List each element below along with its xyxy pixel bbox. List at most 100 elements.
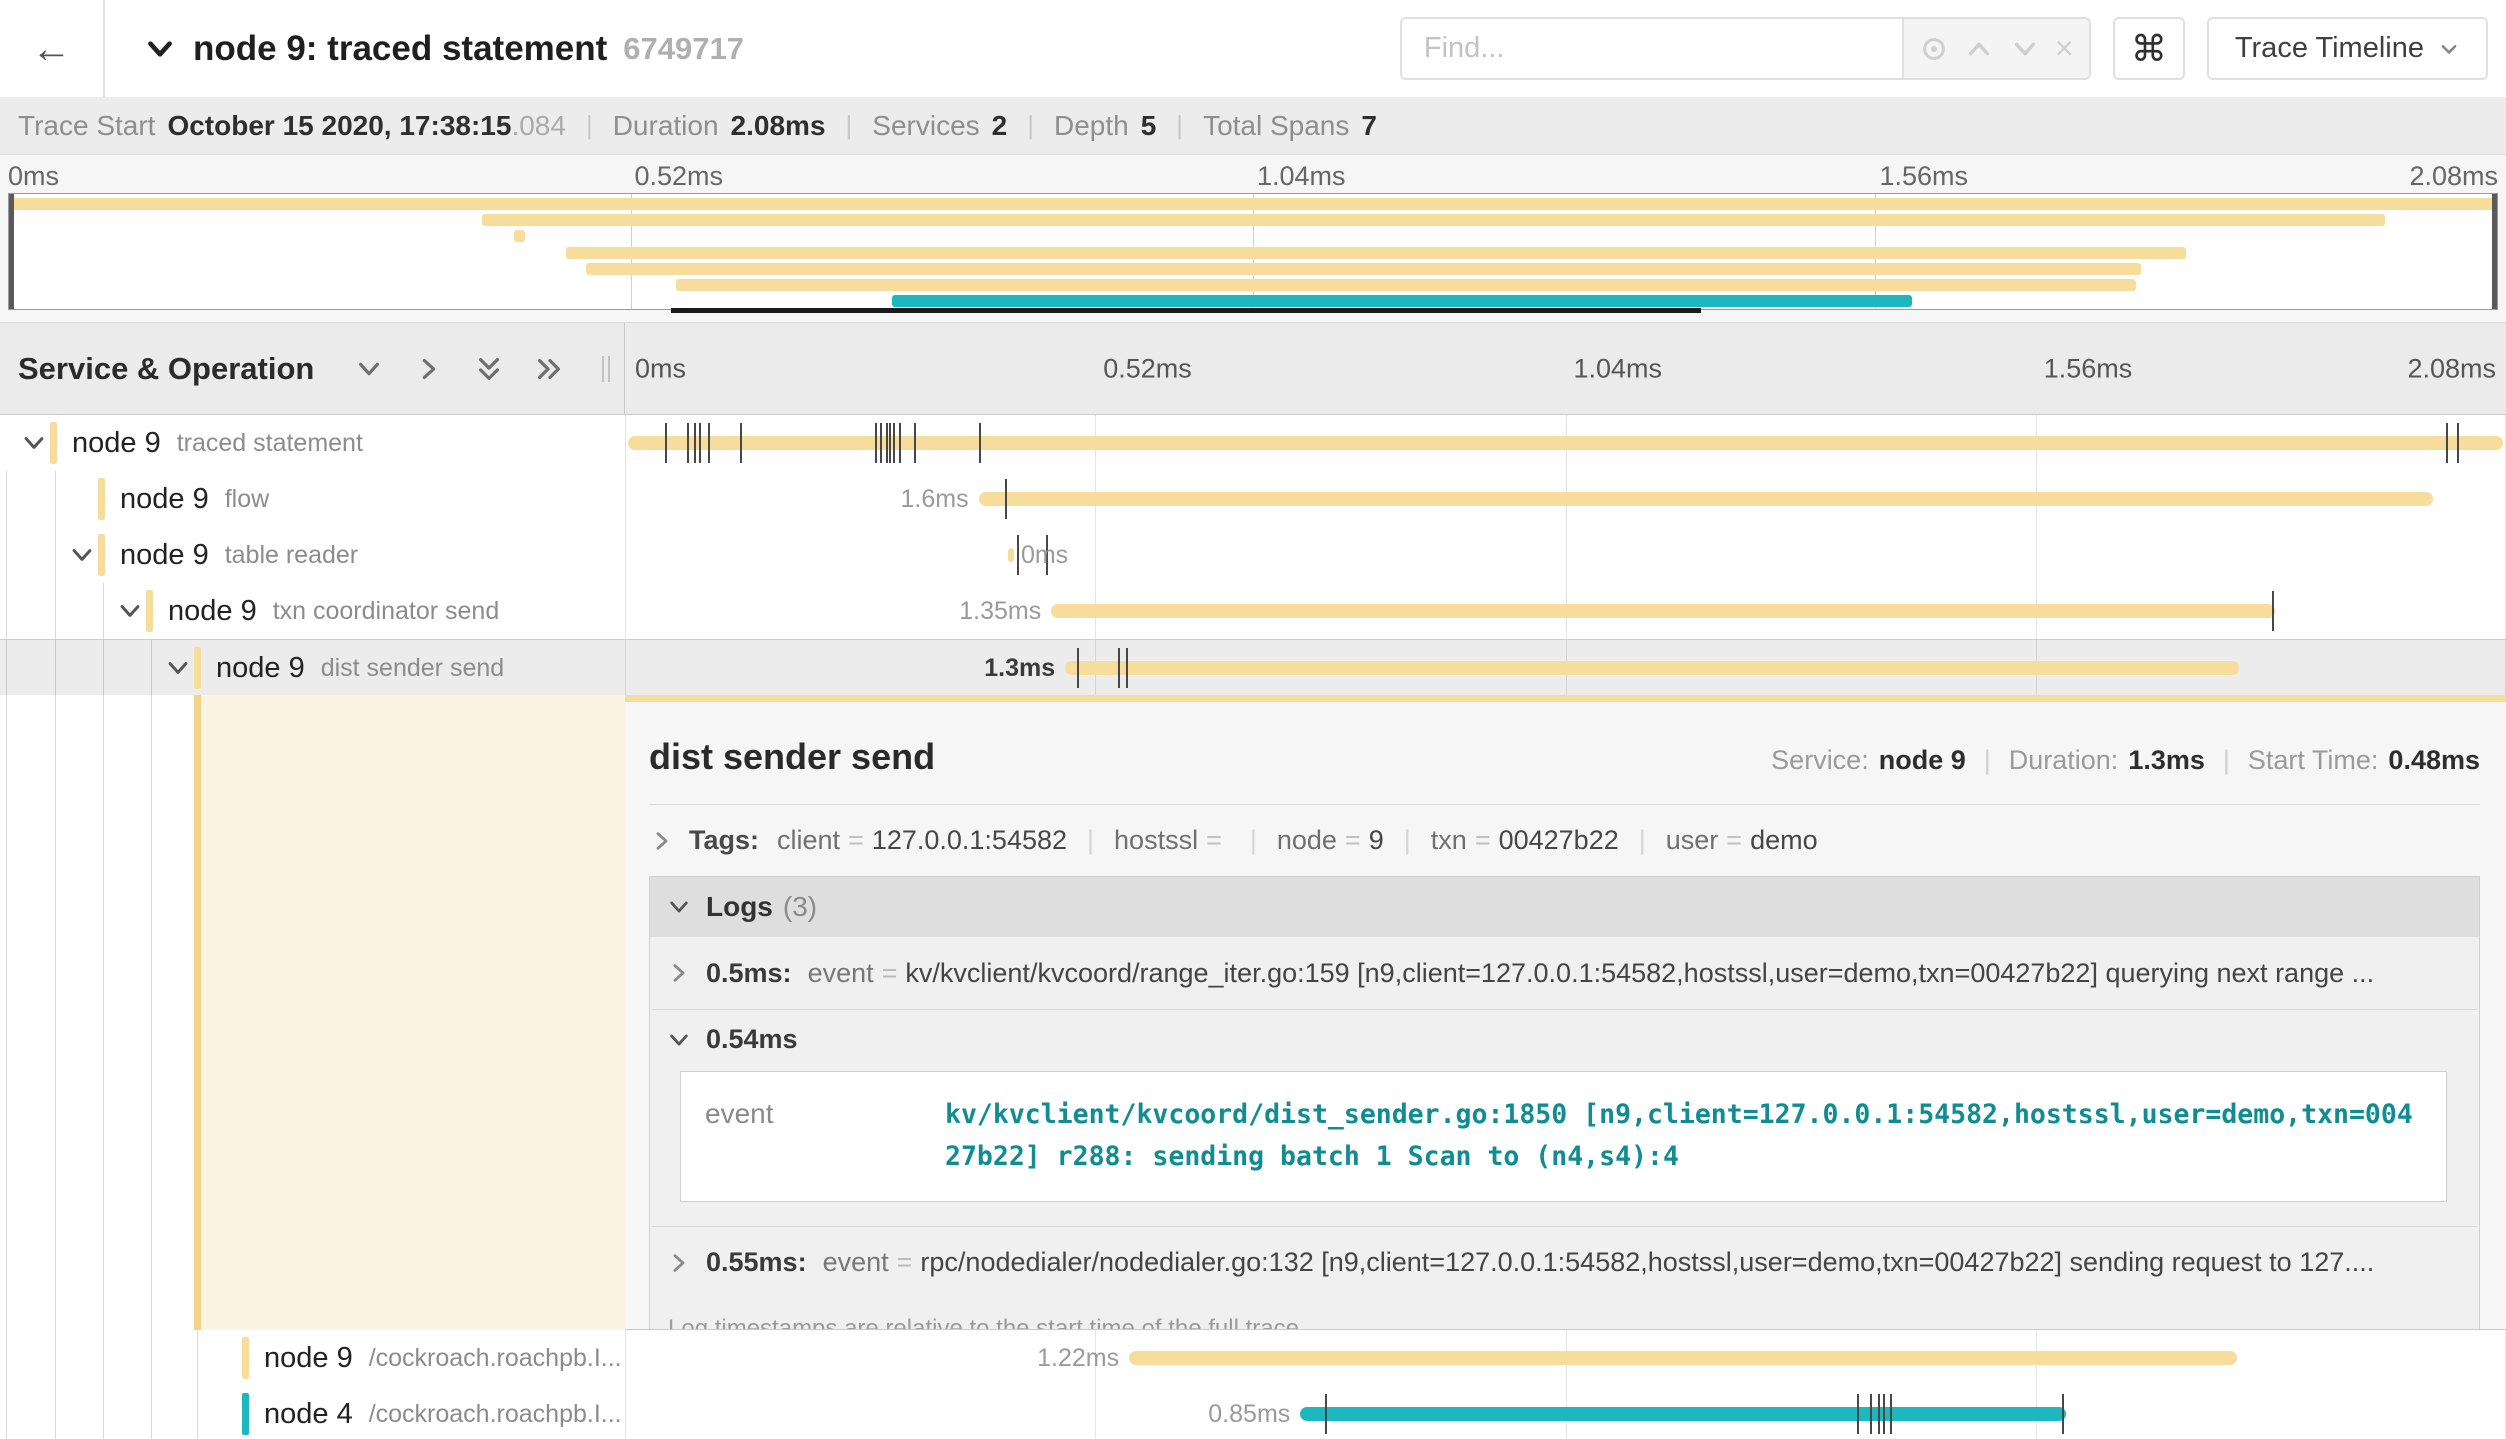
minimap-range-handle-left[interactable] xyxy=(9,194,14,309)
span-bar-cell[interactable]: 1.35ms xyxy=(625,583,2506,639)
span-tree-cell[interactable]: node 9table reader xyxy=(0,527,625,583)
log-expander-icon[interactable] xyxy=(666,960,692,986)
service-color-bar xyxy=(98,478,105,520)
logs-header[interactable]: Logs (3) xyxy=(650,877,2479,937)
log-tick-mark xyxy=(699,423,701,463)
span-duration-bar[interactable] xyxy=(1051,604,2274,618)
log-field-key: event xyxy=(705,1094,945,1179)
find-prev-icon[interactable] xyxy=(1964,34,1994,64)
span-tree-cell[interactable]: node 4/cockroach.roachpb.I... xyxy=(0,1386,625,1439)
service-name: node 9 xyxy=(72,427,161,460)
log-expander-icon[interactable] xyxy=(666,1250,692,1276)
expand-all-icon[interactable] xyxy=(534,354,564,384)
trace-view-selector[interactable]: Trace Timeline xyxy=(2207,17,2488,80)
span-duration-bar[interactable] xyxy=(1300,1407,2066,1421)
keyboard-shortcuts-button[interactable]: ⌘ xyxy=(2113,17,2185,80)
expand-one-icon[interactable] xyxy=(414,354,444,384)
span-duration-label: 1.6ms xyxy=(901,471,969,527)
tree-chevron-icon[interactable] xyxy=(116,597,144,625)
ruler-tick-label: 2.08ms xyxy=(2407,353,2496,384)
minimap-axis-labels: 0ms0.52ms1.04ms1.56ms2.08ms xyxy=(8,161,2498,191)
span-duration-label: 0.85ms xyxy=(1208,1386,1290,1439)
service-name: node 9 xyxy=(216,652,305,685)
span-row[interactable]: node 9flow 1.6ms xyxy=(0,471,2506,527)
span-row[interactable]: node 9table reader 0ms xyxy=(0,527,2506,583)
log-equals: = xyxy=(897,1247,913,1278)
span-rows-top: node 9traced statementnode 9flow1.6msnod… xyxy=(0,415,2506,695)
collapse-one-icon[interactable] xyxy=(354,354,384,384)
minimap-canvas[interactable] xyxy=(8,193,2498,310)
back-arrow-icon: ← xyxy=(32,29,72,69)
tag-separator: | xyxy=(1250,825,1257,856)
ruler-tick-label: 1.56ms xyxy=(2044,353,2133,384)
span-bar-cell[interactable]: 1.22ms xyxy=(625,1330,2506,1386)
infobar-separator: | xyxy=(586,110,593,141)
span-bar-cell[interactable]: 1.6ms xyxy=(625,471,2506,527)
span-name-group: node 9flow xyxy=(120,471,269,527)
span-duration-label: 0ms xyxy=(1021,527,1068,583)
span-row[interactable]: node 4/cockroach.roachpb.I... 0.85ms xyxy=(0,1386,2506,1439)
meta-duration-value: 1.3ms xyxy=(2128,745,2205,776)
tree-chevron-icon[interactable] xyxy=(164,654,192,682)
back-button[interactable]: ← xyxy=(0,0,105,97)
log-tick-mark xyxy=(899,423,901,463)
span-tree-cell[interactable]: node 9flow xyxy=(0,471,625,527)
span-tree-cell[interactable]: node 9/cockroach.roachpb.I... xyxy=(0,1330,625,1386)
span-duration-bar[interactable] xyxy=(979,492,2433,506)
tag-value: demo xyxy=(1750,825,1818,856)
tree-chevron-icon[interactable] xyxy=(20,429,48,457)
span-row[interactable]: node 9dist sender send1.3ms xyxy=(0,639,2506,695)
span-tree-cell[interactable]: node 9dist sender send xyxy=(0,640,625,695)
minimap-range-handle-right[interactable] xyxy=(2492,194,2497,309)
locate-icon[interactable] xyxy=(1919,34,1949,64)
ruler-tick-label: 0.52ms xyxy=(1103,353,1192,384)
span-bar-cell[interactable]: 0ms xyxy=(625,527,2506,583)
tree-chevron-icon[interactable] xyxy=(68,541,96,569)
collapse-all-icon[interactable] xyxy=(474,354,504,384)
ruler-tick-label: 0ms xyxy=(635,353,686,384)
log-tick-mark xyxy=(1878,1394,1880,1434)
log-tick-mark xyxy=(889,423,891,463)
tags-expander-icon[interactable] xyxy=(649,828,675,854)
span-duration-bar[interactable] xyxy=(1008,548,1014,562)
find-input[interactable] xyxy=(1402,19,1902,78)
span-duration-bar[interactable] xyxy=(1065,661,2239,675)
tag-item: hostssl= xyxy=(1114,825,1230,856)
log-collapse-icon[interactable] xyxy=(666,1027,692,1053)
log-expanded-header[interactable]: 0.54ms xyxy=(666,1024,2463,1055)
span-bar-cell[interactable] xyxy=(625,415,2506,471)
meta-separator: | xyxy=(2223,745,2230,776)
find-clear-icon[interactable]: × xyxy=(2055,30,2074,67)
tags-row[interactable]: Tags: client=127.0.0.1:54582|hostssl=|no… xyxy=(625,805,2506,870)
log-tick-mark xyxy=(1126,648,1128,688)
span-row[interactable]: node 9/cockroach.roachpb.I...1.22ms xyxy=(0,1330,2506,1386)
meta-separator: | xyxy=(1984,745,1991,776)
tag-item: client=127.0.0.1:54582 xyxy=(777,825,1067,856)
span-row[interactable]: node 9txn coordinator send 1.35ms xyxy=(0,583,2506,639)
span-duration-bar[interactable] xyxy=(628,436,2503,450)
minimap-span-bar xyxy=(514,230,525,242)
span-duration-label: 1.35ms xyxy=(959,583,1041,639)
infobar-item: Services2 xyxy=(872,110,1007,142)
tag-key: client xyxy=(777,825,840,856)
span-tree-cell[interactable]: node 9txn coordinator send xyxy=(0,583,625,639)
span-bar-cell[interactable]: 0.85ms xyxy=(625,1386,2506,1439)
logs-collapse-icon[interactable] xyxy=(666,894,692,920)
find-next-icon[interactable] xyxy=(2010,34,2040,64)
minimap-scrollbar[interactable] xyxy=(671,308,1701,313)
meta-starttime-label: Start Time: xyxy=(2248,745,2379,776)
log-tick-mark xyxy=(665,423,667,463)
minimap-axis-label: 0ms xyxy=(8,161,59,192)
span-tree-cell[interactable]: node 9traced statement xyxy=(0,415,625,471)
log-timestamp: 0.54ms xyxy=(706,1024,798,1055)
trace-collapse-chevron-icon[interactable] xyxy=(143,32,177,66)
span-bar-cell[interactable]: 1.3ms xyxy=(625,640,2506,695)
column-resize-handle[interactable] xyxy=(602,356,610,382)
minimap-span-bar xyxy=(9,198,2497,210)
log-field-key: event xyxy=(823,1247,889,1278)
log-entry-collapsed[interactable]: 0.5ms: event = kv/kvclient/kvcoord/range… xyxy=(650,937,2479,1009)
minimap-span-bar xyxy=(892,295,1912,307)
span-row[interactable]: node 9traced statement xyxy=(0,415,2506,471)
span-duration-bar[interactable] xyxy=(1129,1351,2237,1365)
log-entry-collapsed[interactable]: 0.55ms: event = rpc/nodedialer/nodediale… xyxy=(650,1227,2479,1299)
